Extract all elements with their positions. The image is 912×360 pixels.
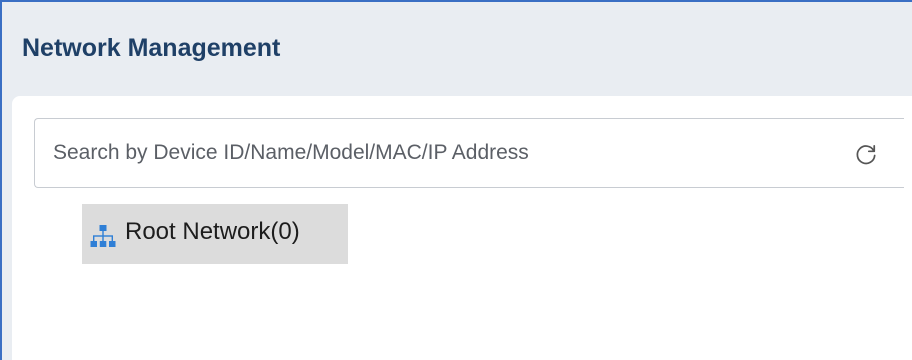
- search-input[interactable]: [36, 120, 826, 186]
- tree-node-root-network[interactable]: Root Network(0): [82, 204, 348, 264]
- network-management-panel: Network Management Root Network(0): [0, 0, 912, 360]
- search-box: [34, 118, 904, 188]
- panel-content: Root Network(0): [12, 96, 912, 360]
- tree-node-label: Root Network(0): [125, 218, 300, 245]
- page-title: Network Management: [22, 34, 281, 62]
- refresh-icon[interactable]: [853, 142, 879, 168]
- network-topology-icon: [90, 225, 116, 247]
- panel-header: Network Management: [2, 2, 912, 96]
